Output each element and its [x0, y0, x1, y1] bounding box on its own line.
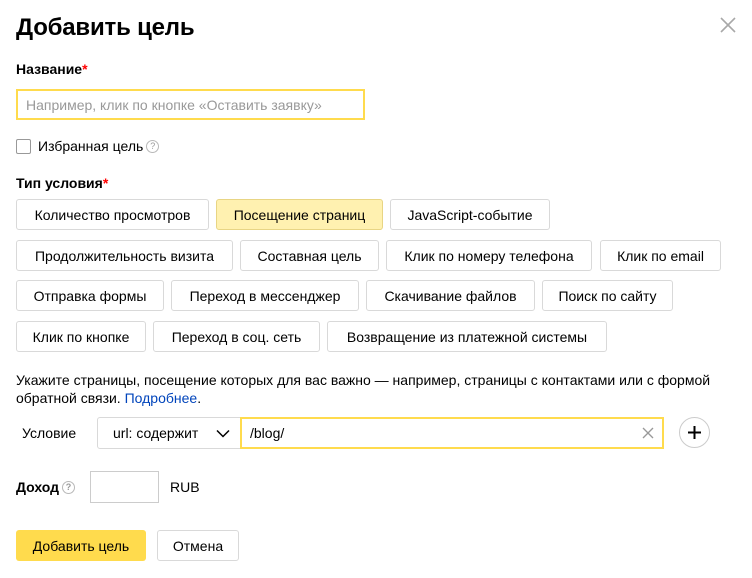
condition-operator-select[interactable]: url: содержит — [97, 417, 241, 449]
learn-more-link[interactable]: Подробнее — [125, 390, 198, 406]
type-option-form-submit[interactable]: Отправка формы — [16, 280, 164, 311]
type-option-composite[interactable]: Составная цель — [240, 240, 379, 271]
type-option-js-event[interactable]: JavaScript-событие — [390, 199, 550, 230]
hint-text: Укажите страницы, посещение которых для … — [16, 372, 711, 406]
add-goal-button[interactable]: Добавить цель — [16, 530, 146, 561]
help-icon[interactable]: ? — [146, 139, 160, 153]
condition-label: Условие — [22, 425, 77, 441]
income-input[interactable] — [90, 471, 159, 503]
required-mark: * — [82, 61, 88, 77]
condition-url-value: /blog/ — [250, 425, 285, 441]
favorite-label: Избранная цель? — [38, 138, 160, 154]
type-option-payment-return[interactable]: Возвращение из платежной системы — [327, 321, 607, 352]
cancel-button[interactable]: Отмена — [157, 530, 239, 561]
condition-url-input[interactable]: /blog/ — [240, 417, 664, 449]
currency-label: RUB — [170, 479, 200, 495]
type-option-button-click[interactable]: Клик по кнопке — [16, 321, 146, 352]
add-condition-button[interactable] — [679, 417, 710, 448]
type-option-visit-duration[interactable]: Продолжительность визита — [16, 240, 233, 271]
goal-name-input[interactable] — [16, 89, 365, 120]
condition-type-label: Тип условия* — [16, 175, 108, 191]
type-option-pageviews[interactable]: Количество просмотров — [16, 199, 209, 230]
chevron-down-icon — [216, 429, 230, 438]
type-option-site-search[interactable]: Поиск по сайту — [542, 280, 673, 311]
type-option-phone-click[interactable]: Клик по номеру телефона — [386, 240, 592, 271]
name-label-text: Название — [16, 61, 83, 77]
help-icon[interactable]: ? — [62, 480, 76, 494]
dialog-title: Добавить цель — [16, 14, 195, 41]
plus-icon — [688, 426, 701, 439]
income-label: Доход? — [16, 479, 76, 495]
name-label: Название* — [16, 61, 88, 77]
clear-icon[interactable] — [642, 427, 654, 439]
favorite-label-text: Избранная цель — [38, 138, 144, 154]
required-mark: * — [102, 175, 109, 191]
condition-type-label-text: Тип условия — [16, 175, 103, 191]
type-option-file-download[interactable]: Скачивание файлов — [366, 280, 535, 311]
income-label-text: Доход — [16, 479, 60, 495]
condition-hint: Укажите страницы, посещение которых для … — [16, 371, 741, 407]
hint-end: . — [197, 390, 202, 406]
type-option-email-click[interactable]: Клик по email — [600, 240, 721, 271]
condition-operator-value: url: содержит — [113, 425, 199, 441]
type-option-social[interactable]: Переход в соц. сеть — [153, 321, 320, 352]
type-option-messenger[interactable]: Переход в мессенджер — [171, 280, 359, 311]
favorite-checkbox[interactable] — [16, 139, 31, 154]
close-icon[interactable] — [718, 15, 738, 35]
type-option-page-visit[interactable]: Посещение страниц — [216, 199, 383, 230]
